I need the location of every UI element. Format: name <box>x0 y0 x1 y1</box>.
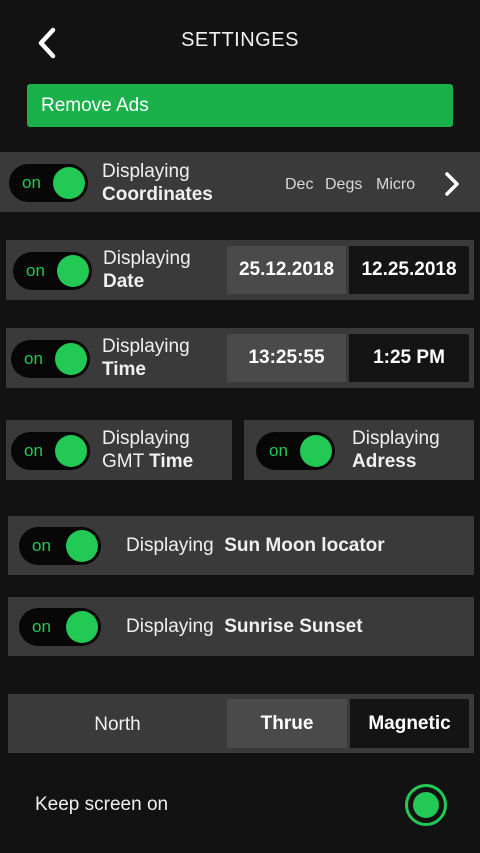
radio-selected-dot <box>413 792 439 818</box>
toggle-knob <box>66 530 98 562</box>
gmt-time-toggle[interactable]: on <box>11 432 90 470</box>
sunrise-sunset-label: Displaying Sunrise Sunset <box>126 616 363 637</box>
toggle-knob <box>55 435 87 467</box>
toggle-state-label: on <box>26 261 45 280</box>
time-format-12h[interactable]: 1:25 PM <box>349 334 469 382</box>
keep-screen-on-label: Keep screen on <box>35 794 169 815</box>
address-label: Displaying Adress <box>352 428 440 472</box>
sun-moon-toggle[interactable]: on <box>19 527 101 565</box>
sunrise-sunset-toggle[interactable]: on <box>19 608 101 646</box>
toggle-knob <box>53 167 85 199</box>
toggle-state-label: on <box>22 173 41 192</box>
remove-ads-button[interactable]: Remove Ads <box>27 84 453 127</box>
keep-screen-on-radio[interactable] <box>405 784 447 826</box>
date-format-ddmmyyyy[interactable]: 25.12.2018 <box>227 246 346 294</box>
date-label: Displaying Date <box>103 248 191 292</box>
time-label: Displaying Time <box>102 336 190 380</box>
toggle-knob <box>66 611 98 643</box>
page-title: SETTINGES <box>181 29 299 51</box>
time-toggle[interactable]: on <box>11 340 90 378</box>
format-micro-option[interactable]: Micro <box>376 176 415 194</box>
coordinates-toggle[interactable]: on <box>9 164 88 202</box>
toggle-knob <box>55 343 87 375</box>
toggle-state-label: on <box>269 441 288 460</box>
address-toggle[interactable]: on <box>256 432 335 470</box>
toggle-state-label: on <box>24 441 43 460</box>
date-toggle[interactable]: on <box>13 252 92 290</box>
toggle-knob <box>57 255 89 287</box>
format-degs-option[interactable]: Degs <box>325 176 362 194</box>
toggle-state-label: on <box>24 349 43 368</box>
toggle-state-label: on <box>32 536 51 555</box>
date-format-mmddyyyy[interactable]: 12.25.2018 <box>349 246 469 294</box>
north-magnetic-option[interactable]: Magnetic <box>350 699 469 748</box>
format-dec-option[interactable]: Dec <box>285 176 313 194</box>
time-format-24h[interactable]: 13:25:55 <box>227 334 346 382</box>
toggle-state-label: on <box>32 617 51 636</box>
toggle-knob <box>300 435 332 467</box>
sun-moon-label: Displaying Sun Moon locator <box>126 535 385 556</box>
remove-ads-label: Remove Ads <box>41 94 149 116</box>
coordinates-label: Displaying Coordinates <box>102 161 213 205</box>
gmt-time-label: Displaying GMT Time <box>102 428 194 472</box>
chevron-right-icon[interactable] <box>440 170 464 198</box>
north-true-option[interactable]: Thrue <box>227 699 347 748</box>
north-label: North <box>94 714 141 735</box>
